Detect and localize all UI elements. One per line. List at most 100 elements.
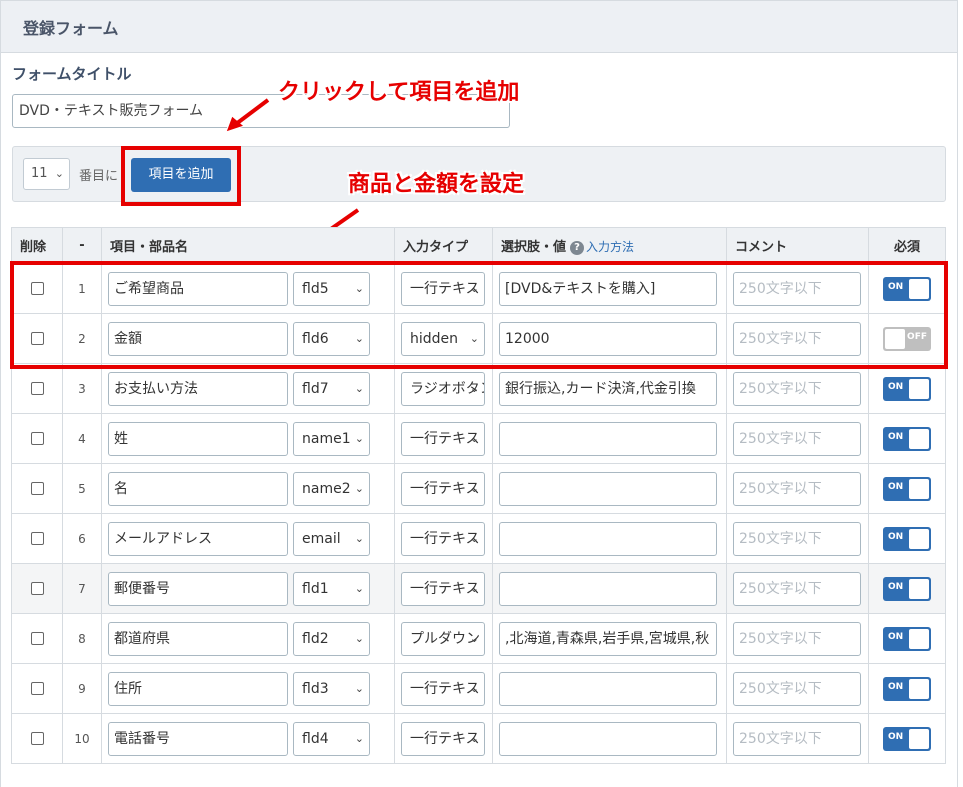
chevron-down-icon: ⌄ [469,731,479,745]
help-icon[interactable]: ? [570,240,585,255]
chevron-down-icon: ⌄ [354,681,364,695]
position-select-value: 11 [31,166,48,181]
delete-checkbox[interactable] [30,532,44,545]
row-number: 7 [62,563,102,614]
annotation-add-item: クリックして項目を追加 [278,80,520,105]
comment-input[interactable]: 250文字以下 [733,521,861,556]
field-select-value: fld4 [302,730,329,747]
required-toggle[interactable]: ON [883,526,931,551]
header-number: - [62,227,102,264]
table-row: 10電話番号fld4⌄一行テキスト⌄250文字以下ON [11,713,946,764]
field-select-value: name2 [302,480,351,497]
choices-input[interactable] [499,471,717,506]
required-toggle-label: ON [888,381,904,392]
field-select[interactable]: name1 ⌄ [293,421,370,456]
comment-input[interactable]: 250文字以下 [733,671,861,706]
input-type-select[interactable]: プルダウン ⌄ [401,621,485,656]
delete-checkbox[interactable] [30,432,44,445]
item-name-input[interactable]: 都道府県 [108,621,288,656]
required-toggle[interactable]: ON [883,626,931,651]
input-type-select[interactable]: 一行テキスト⌄ [401,471,485,506]
comment-input[interactable]: 250文字以下 [733,471,861,506]
comment-input[interactable]: 250文字以下 [733,621,861,656]
item-name-input[interactable]: 郵便番号 [108,571,288,606]
chevron-down-icon: ⌄ [469,631,479,645]
input-type-select[interactable]: ラジオボタン⌄ [401,371,485,406]
required-toggle-label: ON [888,731,904,742]
input-type-select[interactable]: 一行テキスト⌄ [401,571,485,606]
required-toggle[interactable]: ON [883,476,931,501]
required-toggle[interactable]: ON [883,726,931,751]
required-toggle[interactable]: ON [883,676,931,701]
field-select[interactable]: fld4 ⌄ [293,721,370,756]
table-row: 9住所fld3⌄一行テキスト⌄250文字以下ON [11,663,946,714]
choices-help-link[interactable]: 入力方法 [586,240,634,254]
field-select[interactable]: name2 ⌄ [293,471,370,506]
choices-input[interactable] [499,521,717,556]
comment-input[interactable]: 250文字以下 [733,421,861,456]
toggle-knob [909,728,929,749]
table-row: 7郵便番号fld1⌄ 一行テキスト⌄ 250文字以下 ON [11,563,946,614]
chevron-down-icon: ⌄ [469,681,479,695]
header-choices: 選択肢・値? 入力方法 [492,227,727,264]
panel-title: 登録フォーム [1,1,957,53]
field-select-value: name1 [302,430,351,447]
choices-input[interactable] [499,671,717,706]
delete-checkbox[interactable] [30,682,44,695]
required-toggle-label: ON [888,531,904,542]
position-select[interactable]: 11 ⌄ [23,158,70,190]
comment-input[interactable]: 250文字以下 [733,371,861,406]
item-name-input[interactable]: メールアドレス [108,521,288,556]
chevron-down-icon: ⌄ [469,481,479,495]
chevron-down-icon: ⌄ [469,381,479,395]
table-row: 6メールアドレスemail⌄一行テキスト⌄250文字以下ON [11,513,946,564]
required-toggle[interactable]: ON [883,376,931,401]
row-number: 10 [62,713,102,764]
choices-input[interactable]: ,北海道,青森県,岩手県,宮城県,秋 [499,621,717,656]
required-toggle[interactable]: ON [883,426,931,451]
row-number: 4 [62,413,102,464]
delete-checkbox[interactable] [30,632,44,645]
field-select[interactable]: fld2 ⌄ [293,621,370,656]
item-name-input[interactable]: お支払い方法 [108,371,288,406]
delete-checkbox[interactable] [30,482,44,495]
choices-input[interactable] [499,721,717,756]
table-row: 4姓name1⌄ 一行テキスト⌄ 250文字以下 ON [11,413,946,464]
choices-input[interactable]: 銀行振込,カード決済,代金引換 [499,371,717,406]
header-input-type: 入力タイプ [394,227,493,264]
form-title-label: フォームタイトル [12,65,132,83]
chevron-down-icon: ⌄ [354,581,364,595]
required-toggle-label: ON [888,681,904,692]
comment-input[interactable]: 250文字以下 [733,571,861,606]
input-type-select[interactable]: 一行テキスト⌄ [401,721,485,756]
required-toggle-label: ON [888,431,904,442]
field-select[interactable]: fld1 ⌄ [293,571,370,606]
delete-checkbox[interactable] [30,732,44,745]
required-toggle[interactable]: ON [883,576,931,601]
comment-input[interactable]: 250文字以下 [733,721,861,756]
field-select[interactable]: fld3 ⌄ [293,671,370,706]
field-select[interactable]: email ⌄ [293,521,370,556]
choices-input[interactable] [499,571,717,606]
field-select[interactable]: fld7 ⌄ [293,371,370,406]
item-name-input[interactable]: 住所 [108,671,288,706]
chevron-down-icon: ⌄ [354,381,364,395]
input-type-select[interactable]: 一行テキスト⌄ [401,521,485,556]
choices-input[interactable] [499,421,717,456]
delete-checkbox[interactable] [30,382,44,395]
table-row: 3お支払い方法fld7⌄ラジオボタン⌄銀行振込,カード決済,代金引換250文字以… [11,363,946,414]
delete-checkbox[interactable] [30,582,44,595]
chevron-down-icon: ⌄ [469,531,479,545]
item-name-input[interactable]: 姓 [108,421,288,456]
row-number: 5 [62,463,102,514]
toggle-knob [909,628,929,649]
header-choices-label: 選択肢・値 [501,240,567,255]
item-name-input[interactable]: 電話番号 [108,721,288,756]
required-toggle-label: ON [888,581,904,592]
input-type-select[interactable]: 一行テキスト⌄ [401,671,485,706]
toggle-knob [909,528,929,549]
header-required: 必須 [868,227,946,264]
item-name-input[interactable]: 名 [108,471,288,506]
input-type-select[interactable]: 一行テキスト⌄ [401,421,485,456]
field-select-value: email [302,530,341,547]
